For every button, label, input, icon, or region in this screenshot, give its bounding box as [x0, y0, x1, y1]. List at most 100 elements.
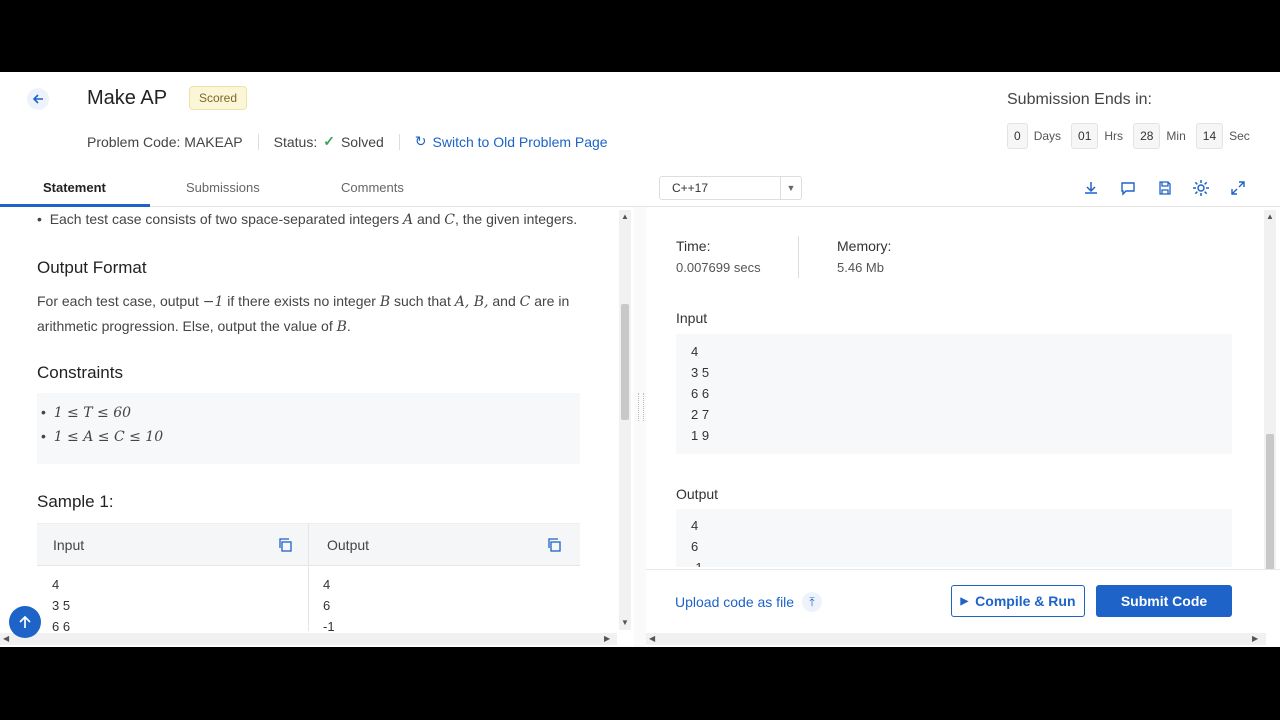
math-a: A — [402, 212, 414, 228]
switch-old-page-label: Switch to Old Problem Page — [432, 133, 608, 150]
code-line: -1 — [691, 557, 703, 567]
math-neg-one: −1 — [202, 294, 224, 310]
switch-old-page-link[interactable]: ↻ Switch to Old Problem Page — [415, 133, 608, 150]
download-button[interactable] — [1081, 178, 1101, 198]
constraint-text: 1 ≤ A ≤ C ≤ 10 — [53, 429, 164, 445]
back-button[interactable] — [27, 88, 49, 110]
caret-right-icon: ▶ — [960, 595, 969, 607]
language-select[interactable]: C++17 ▼ — [659, 176, 802, 200]
result-vertical-scrollbar[interactable]: ▲ ▼ — [1264, 210, 1276, 630]
constraints-heading: Constraints — [37, 363, 123, 382]
tab-statement[interactable]: Statement — [43, 180, 106, 195]
constraint-text: 1 ≤ T ≤ 60 — [53, 405, 132, 421]
input-format-bullet: • Each test case consists of two space-s… — [37, 207, 577, 232]
timer-days-unit: Days — [1033, 129, 1062, 143]
copy-input-button[interactable] — [278, 538, 292, 552]
output-label: Output — [676, 486, 719, 502]
time-value: 0.007699 secs — [676, 260, 761, 275]
code-line: 2 7 — [691, 407, 710, 422]
grip-handle-icon[interactable] — [638, 393, 644, 421]
arrow-left-icon — [32, 94, 43, 104]
submit-code-button[interactable]: Submit Code — [1096, 585, 1232, 617]
result-pane: Time: 0.007699 secs Memory: 5.46 Mb Inpu… — [646, 207, 1244, 567]
sample-input-label: Input — [53, 537, 85, 553]
sample-output-lines: 4 6 -1 — [323, 574, 335, 631]
input-bullet-and: and — [417, 211, 441, 227]
copy-icon — [279, 538, 292, 552]
output-format-text: For each test case, output −1 if there e… — [37, 289, 582, 339]
scroll-up-icon[interactable]: ▲ — [1266, 212, 1274, 221]
chat-button[interactable] — [1118, 178, 1138, 198]
upload-label: Upload code as file — [675, 594, 795, 610]
tab-submissions[interactable]: Submissions — [186, 180, 260, 195]
submit-label: Submit Code — [1120, 593, 1208, 609]
math-b: B — [336, 319, 347, 335]
scroll-left-icon[interactable]: ◀ — [649, 634, 655, 643]
timer-seconds-unit: Sec — [1229, 129, 1250, 143]
code-line: 1 9 — [691, 428, 710, 443]
code-line: 6 — [323, 598, 331, 613]
constraint-item: • 1 ≤ T ≤ 60 — [41, 404, 132, 421]
scroll-up-icon[interactable]: ▲ — [621, 212, 629, 221]
input-label: Input — [676, 310, 708, 326]
scored-badge: Scored — [189, 86, 248, 110]
scroll-right-icon[interactable]: ▶ — [604, 634, 610, 643]
code-line: 3 5 — [691, 365, 710, 380]
scrollbar-thumb[interactable] — [621, 304, 629, 420]
statement-horizontal-scrollbar[interactable]: ◀ ▶ — [0, 633, 617, 645]
input-bullet-text: Each test case consists of two space-sep… — [49, 211, 400, 227]
check-icon: ✓ — [323, 133, 335, 149]
divider — [257, 133, 259, 150]
sample-table: Input Output 4 3 5 6 6 4 6 -1 — [37, 523, 580, 631]
scroll-to-top-button[interactable] — [9, 606, 41, 638]
fullscreen-button[interactable] — [1228, 178, 1248, 198]
result-output-lines: 4 6 -1 — [691, 515, 703, 567]
scroll-down-icon[interactable]: ▼ — [621, 618, 629, 627]
copy-output-button[interactable] — [547, 538, 561, 552]
timer-hours-unit: Hrs — [1104, 129, 1124, 143]
divider — [398, 133, 400, 150]
statement-vertical-scrollbar[interactable]: ▲ ▼ — [619, 210, 631, 630]
compile-run-button[interactable]: ▶ Compile & Run — [951, 585, 1085, 617]
result-output-box: 4 6 -1 — [676, 509, 1232, 567]
statement-pane: • Each test case consists of two space-s… — [0, 207, 617, 631]
save-button[interactable] — [1155, 178, 1175, 198]
pane-resizer[interactable] — [634, 207, 646, 647]
download-icon — [1085, 182, 1097, 194]
upload-icon: ⤒ — [802, 592, 823, 612]
status-label: Status: — [273, 133, 318, 150]
scroll-right-icon[interactable]: ▶ — [1252, 634, 1258, 643]
memory-label: Memory: — [837, 238, 892, 254]
math-c: C — [444, 212, 455, 228]
text-fragment: are in — [534, 293, 570, 309]
scrollbar-thumb[interactable] — [1266, 434, 1274, 584]
copy-icon — [548, 538, 561, 552]
result-horizontal-scrollbar[interactable]: ◀ ▶ — [646, 633, 1266, 645]
math-abc: A, B, — [454, 294, 489, 310]
code-line: 6 6 — [52, 619, 71, 631]
divider — [308, 524, 309, 631]
submission-ends-label: Submission Ends in: — [1007, 91, 1152, 108]
code-line: 4 — [52, 577, 60, 592]
text-fragment: and — [492, 293, 516, 309]
code-line: 4 — [691, 344, 699, 359]
timer-seconds-value: 14 — [1195, 123, 1224, 149]
sample-output-label: Output — [327, 537, 370, 553]
gear-icon — [1193, 180, 1209, 196]
language-value: C++17 — [672, 181, 709, 195]
input-bullet-post: , the given integers. — [454, 211, 578, 227]
problem-code-label: Problem Code: — [87, 133, 181, 150]
time-label: Time: — [676, 238, 711, 254]
upload-code-button[interactable]: Upload code as file ⤒ — [675, 592, 823, 612]
code-line: 3 5 — [52, 598, 71, 613]
action-bar: Upload code as file ⤒ ▶ Compile & Run Su… — [646, 569, 1280, 647]
arrow-up-icon — [19, 615, 31, 628]
constraints-box: • 1 ≤ T ≤ 60 • 1 ≤ A ≤ C ≤ 10 — [37, 393, 580, 464]
chat-icon — [1121, 182, 1135, 196]
timer-hours-value: 01 — [1071, 123, 1099, 149]
scroll-left-icon[interactable]: ◀ — [3, 634, 9, 643]
tab-comments[interactable]: Comments — [341, 180, 404, 195]
settings-button[interactable] — [1191, 178, 1211, 198]
output-format-heading: Output Format — [37, 258, 147, 277]
timer-minutes-value: 28 — [1133, 123, 1161, 149]
